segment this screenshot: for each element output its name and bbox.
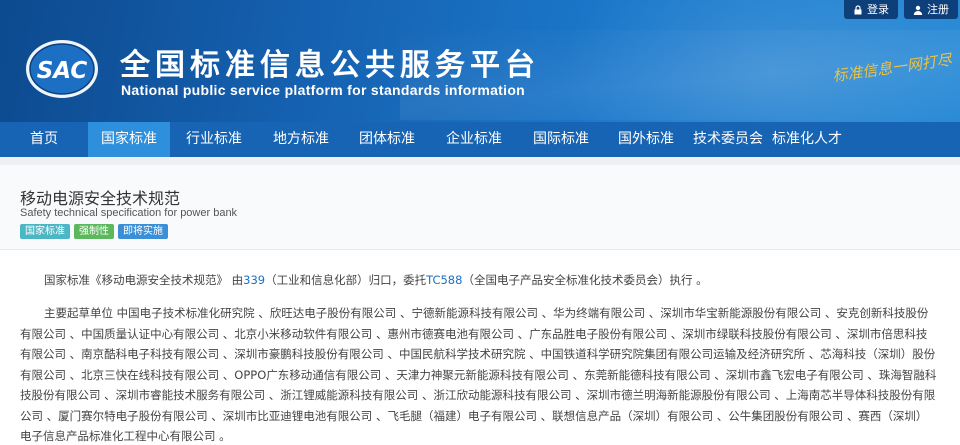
nav-item-group-standards[interactable]: 团体标准	[344, 122, 430, 157]
nav-item-enterprise-standards[interactable]: 企业标准	[430, 122, 518, 157]
standard-title: 移动电源安全技术规范	[20, 189, 181, 208]
nav-item-local-standards[interactable]: 地方标准	[258, 122, 344, 157]
nav-item-national-standards[interactable]: 国家标准	[88, 122, 170, 157]
para-text: 国家标准《移动电源安全技术规范》 由	[44, 273, 244, 287]
site-title: 全国标准信息公共服务平台	[120, 48, 540, 83]
nav-item-international-standards[interactable]: 国际标准	[518, 122, 604, 157]
standard-tags: 国家标准 强制性 即将实施	[20, 224, 168, 239]
nav-item-industry-standards[interactable]: 行业标准	[170, 122, 258, 157]
register-label: 注册	[927, 3, 949, 16]
lock-icon	[854, 4, 862, 14]
para-text: （全国电子产品安全标准化技术委员会）执行 。	[462, 273, 708, 287]
site-header: 登录 注册 SAC 全国标准信息公共服务平台 National public s…	[0, 0, 960, 122]
sac-logo[interactable]: SAC	[24, 38, 100, 100]
nav-item-standardization-talent[interactable]: 标准化人才	[768, 122, 846, 157]
responsibility-paragraph: 国家标准《移动电源安全技术规范》 由339（工业和信息化部）归口，委托TC588…	[44, 272, 708, 288]
tag-upcoming: 即将实施	[118, 224, 168, 239]
login-button[interactable]: 登录	[844, 0, 898, 19]
standard-title-en: Safety technical specification for power…	[20, 207, 238, 219]
logo-text: SAC	[37, 58, 88, 84]
top-bar: 登录 注册	[844, 0, 958, 19]
user-icon	[913, 5, 923, 15]
standard-header: 移动电源安全技术规范 Safety technical specificatio…	[0, 165, 960, 250]
para-text: （工业和信息化部）归口，委托	[265, 273, 427, 287]
nav-item-home[interactable]: 首页	[0, 122, 88, 157]
login-label: 登录	[867, 3, 889, 16]
ministry-code-link[interactable]: 339	[243, 273, 265, 287]
tag-national-standard: 国家标准	[20, 224, 70, 239]
main-nav: 首页 国家标准 行业标准 地方标准 团体标准 企业标准 国际标准 国外标准 技术…	[0, 122, 960, 157]
tag-mandatory: 强制性	[74, 224, 114, 239]
nav-item-foreign-standards[interactable]: 国外标准	[604, 122, 688, 157]
nav-item-technical-committees[interactable]: 技术委员会	[688, 122, 768, 157]
tc-code-link[interactable]: TC588	[426, 273, 462, 287]
drafting-units-paragraph: 主要起草单位 中国电子技术标准化研究院 、欣旺达电子股份有限公司 、宁德新能源科…	[20, 306, 937, 443]
content-panel: 移动电源安全技术规范 Safety technical specificatio…	[0, 165, 960, 445]
register-button[interactable]: 注册	[904, 0, 958, 19]
site-subtitle: National public service platform for sta…	[121, 82, 526, 98]
